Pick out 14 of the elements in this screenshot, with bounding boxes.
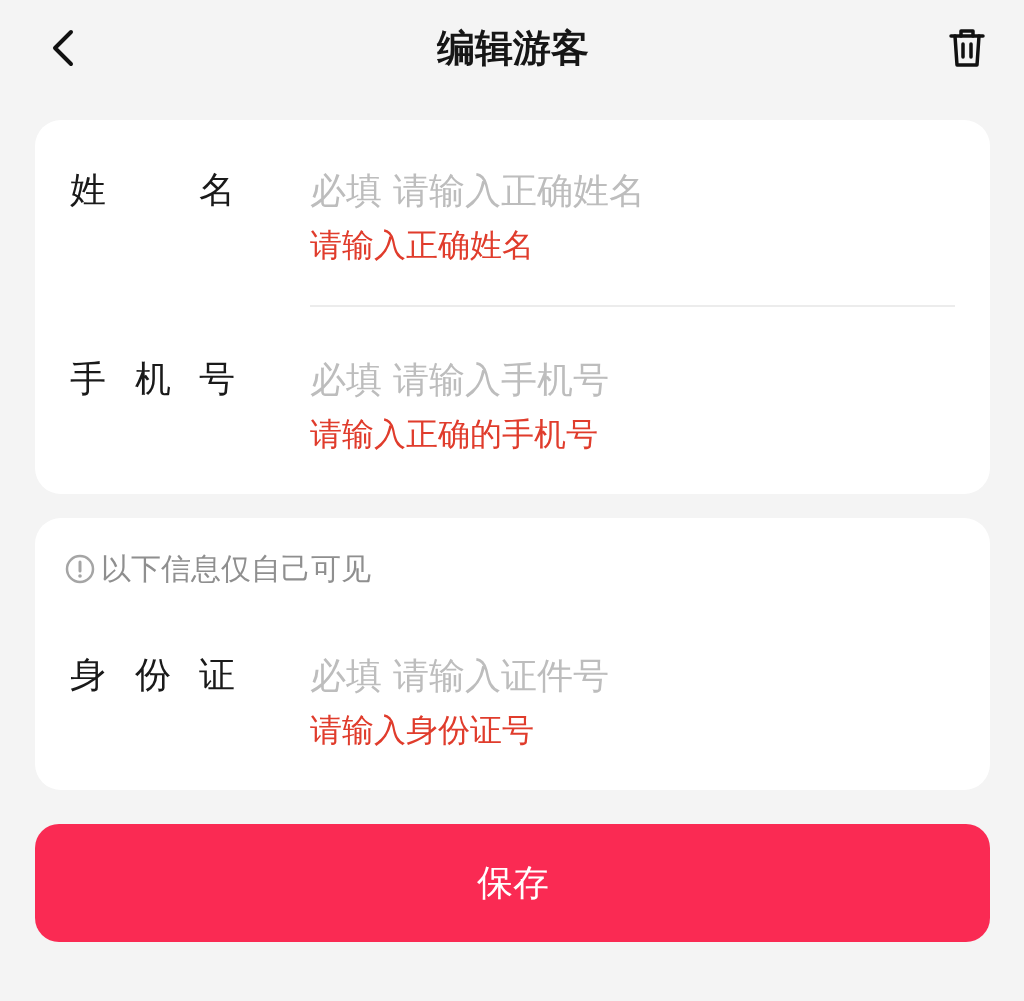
save-button[interactable]: 保存 xyxy=(35,824,990,942)
page-title: 编辑游客 xyxy=(436,24,589,72)
input-field[interactable]: 必填 请输入证件号 xyxy=(310,645,955,705)
field-label: 手机号 xyxy=(70,357,235,401)
input-field[interactable]: 必填 请输入手机号 xyxy=(310,349,955,409)
error-message: 请输入正确姓名 xyxy=(310,225,535,266)
field-label: 身份证 xyxy=(70,653,235,697)
privacy-notice: 以下信息仅自己可见 xyxy=(101,550,371,588)
field-label: 姓名 xyxy=(70,168,235,212)
trash-icon xyxy=(948,28,986,68)
info-icon xyxy=(65,554,95,584)
error-message: 请输入身份证号 xyxy=(310,710,535,751)
input-field[interactable]: 必填 请输入正确姓名 xyxy=(310,160,955,220)
error-message: 请输入正确的手机号 xyxy=(310,414,599,455)
